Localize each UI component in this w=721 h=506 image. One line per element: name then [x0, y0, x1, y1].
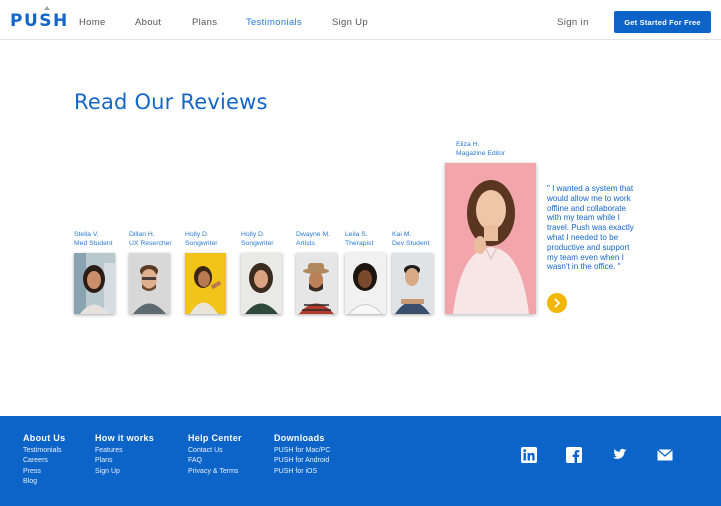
nav-sign-up[interactable]: Sign Up — [332, 17, 368, 28]
next-review-button[interactable] — [547, 293, 567, 313]
quote-line: my team even when I — [547, 252, 624, 262]
footer-link[interactable]: Features — [95, 446, 154, 456]
reviewer-role: Artists — [296, 240, 315, 247]
featured-reviewer-photo — [445, 163, 536, 314]
footer-link[interactable]: PUSH for Android — [274, 456, 330, 466]
reviewer-role: Songwriter — [185, 240, 218, 247]
quote-line: would allow me to work — [547, 193, 631, 203]
reviewer-name: Leila S. — [345, 231, 368, 238]
featured-reviewer-name: Eliza H. — [456, 141, 480, 148]
reviewer-photo[interactable] — [345, 253, 386, 314]
footer-link[interactable]: Sign Up — [95, 467, 154, 477]
reviewer-photo[interactable] — [392, 253, 433, 314]
footer-link[interactable]: Blog — [23, 477, 65, 487]
reviewer-label: Stella V. Med Student — [74, 230, 113, 248]
footer-column-about: About Us Testimonials Careers Press Blog — [23, 433, 65, 487]
reviewer-role: Therapist — [345, 240, 374, 247]
footer-link[interactable]: Testimonials — [23, 446, 65, 456]
nav-testimonials[interactable]: Testimonials — [246, 17, 302, 28]
reviewer-role: Dev Student — [392, 240, 430, 247]
logo-arrow-icon — [44, 6, 50, 10]
reviewer-name: Stella V. — [74, 231, 99, 238]
reviewer-name: Holly D. — [241, 231, 265, 238]
footer-link[interactable]: PUSH for iOS — [274, 467, 330, 477]
reviewer-label: Leila S. Therapist — [345, 230, 373, 248]
reviewer-photo[interactable] — [185, 253, 226, 314]
chevron-right-icon — [554, 298, 560, 308]
reviewer-name: Kai M. — [392, 231, 412, 238]
mail-icon[interactable] — [657, 447, 673, 463]
reviewer-name: Dillan H. — [129, 231, 155, 238]
footer-link[interactable]: PUSH for Mac/PC — [274, 446, 330, 456]
footer-column-how-it-works: How it works Features Plans Sign Up — [95, 433, 154, 477]
footer-link[interactable]: Plans — [95, 456, 154, 466]
linkedin-icon[interactable] — [521, 447, 537, 463]
reviewer-name: Holly D. — [185, 231, 209, 238]
quote-line: what I needed to be — [547, 232, 619, 242]
footer-heading: Downloads — [274, 433, 325, 443]
site-footer: About Us Testimonials Careers Press Blog… — [0, 416, 721, 506]
reviewer-label: Holly D. Songwriter — [185, 230, 218, 248]
footer-link[interactable]: Careers — [23, 456, 65, 466]
reviewer-photo[interactable] — [241, 253, 282, 314]
reviewer-label: Holly D. Songwriter — [241, 230, 274, 248]
sign-in-link[interactable]: Sign in — [557, 17, 589, 28]
footer-link[interactable]: Privacy & Terms — [188, 467, 242, 477]
nav-home[interactable]: Home — [79, 17, 106, 28]
reviewer-role: Songwriter — [241, 240, 274, 247]
twitter-icon[interactable] — [611, 447, 627, 463]
footer-link[interactable]: Press — [23, 467, 65, 477]
footer-heading: Help Center — [188, 433, 242, 443]
reviewer-label: Dwayne M. Artists — [296, 230, 330, 248]
quote-line: offline and collaborate — [547, 203, 627, 213]
footer-column-help-center: Help Center Contact Us FAQ Privacy & Ter… — [188, 433, 242, 477]
quote-line: " I wanted a system that — [547, 184, 634, 193]
reviewer-name: Dwayne M. — [296, 231, 330, 238]
featured-quote: " I wanted a system that would allow me … — [547, 184, 651, 272]
footer-link[interactable]: FAQ — [188, 456, 242, 466]
top-navbar: PUSH Home About Plans Testimonials Sign … — [0, 0, 721, 40]
nav-about[interactable]: About — [135, 17, 161, 28]
quote-line: productive and support — [547, 242, 630, 252]
push-logo[interactable]: PUSH — [10, 6, 69, 31]
footer-column-downloads: Downloads PUSH for Mac/PC PUSH for Andro… — [274, 433, 330, 477]
facebook-icon[interactable] — [566, 447, 582, 463]
get-started-button[interactable]: Get Started For Free — [614, 11, 711, 33]
nav-plans[interactable]: Plans — [192, 17, 217, 28]
reviewer-photo[interactable] — [74, 253, 115, 314]
footer-heading: About Us — [23, 433, 66, 443]
reviewer-label: Dillan H. UX Resercher — [129, 230, 172, 248]
reviewer-photo[interactable] — [296, 253, 337, 314]
reviewer-label: Kai M. Dev Student — [392, 230, 429, 248]
quote-line: with my team while I — [547, 213, 620, 223]
footer-link[interactable]: Contact Us — [188, 446, 242, 456]
reviewer-role: Med Student — [74, 240, 113, 247]
quote-line: wasn't in the office. " — [547, 262, 621, 272]
quote-line: travel. Push was exactly — [547, 223, 634, 233]
reviewer-photo[interactable] — [129, 253, 170, 314]
footer-heading: How it works — [95, 433, 155, 443]
page-title: Read Our Reviews — [74, 90, 268, 114]
featured-reviewer-role: Magazine Editor — [456, 150, 506, 157]
featured-reviewer-label: Eliza H. Magazine Editor — [456, 140, 505, 158]
reviewer-role: UX Resercher — [129, 240, 172, 247]
